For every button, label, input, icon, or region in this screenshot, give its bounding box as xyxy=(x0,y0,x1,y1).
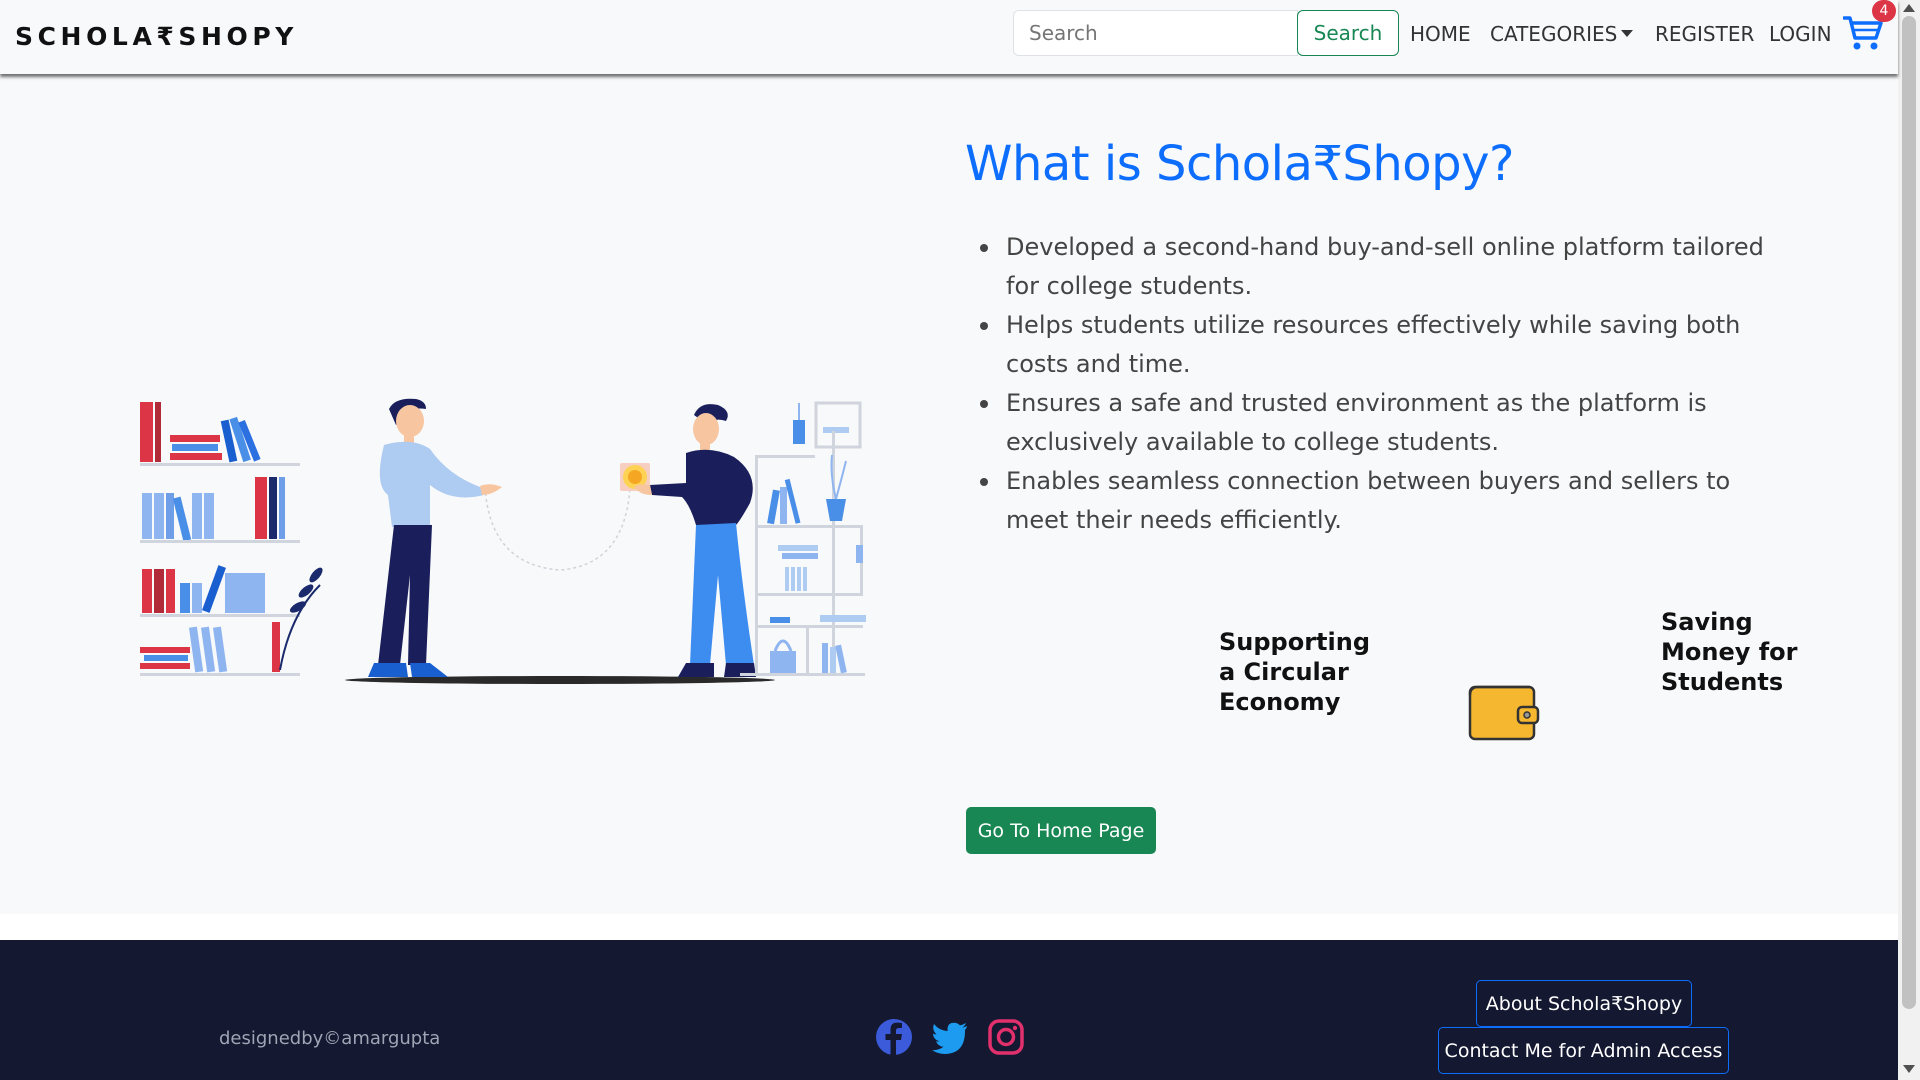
instagram-icon[interactable] xyxy=(987,1018,1025,1056)
feature-circular-economy: Supporting a Circular Economy xyxy=(1219,628,1371,716)
page-title: What is Schola₹Shopy? xyxy=(965,136,1515,192)
search-input[interactable] xyxy=(1013,10,1298,56)
search-button[interactable]: Search xyxy=(1297,10,1399,56)
navbar: SCHOLA₹SHOPY Search HOME CATEGORIES REGI… xyxy=(0,0,1898,74)
wallet-icon xyxy=(1468,685,1540,741)
list-item: Helps students utilize resources effecti… xyxy=(980,306,1775,384)
twitter-icon[interactable] xyxy=(931,1018,969,1056)
bookshelf-right xyxy=(740,401,866,676)
feature-bullet-list: Developed a second-hand buy-and-sell onl… xyxy=(980,228,1775,540)
nav-link-categories-label: CATEGORIES xyxy=(1490,22,1618,46)
scrollbar[interactable] xyxy=(1898,0,1920,1080)
brand-logo[interactable]: SCHOLA₹SHOPY xyxy=(15,22,298,51)
bookshelf-left xyxy=(140,402,323,676)
caret-down-icon xyxy=(1621,30,1634,37)
nav-link-register[interactable]: REGISTER xyxy=(1655,22,1754,46)
contact-admin-button[interactable]: Contact Me for Admin Access xyxy=(1438,1027,1729,1074)
scroll-up-arrow-icon[interactable] xyxy=(1903,4,1915,12)
person-seller xyxy=(634,404,756,677)
about-button[interactable]: About Schola₹Shopy xyxy=(1476,980,1692,1027)
footer-spacer xyxy=(0,914,1898,940)
nav-link-home[interactable]: HOME xyxy=(1410,22,1471,46)
list-item: Enables seamless connection between buye… xyxy=(980,462,1775,540)
facebook-icon[interactable] xyxy=(875,1018,913,1056)
cart-count-badge: 4 xyxy=(1872,0,1896,22)
scroll-down-arrow-icon[interactable] xyxy=(1903,1065,1915,1073)
exchange-illustration xyxy=(140,398,866,684)
feature-saving-money: Saving Money for Students xyxy=(1661,608,1798,696)
scrollbar-thumb[interactable] xyxy=(1902,16,1916,1009)
nav-link-categories[interactable]: CATEGORIES xyxy=(1490,22,1634,46)
ground-shadow xyxy=(345,676,775,684)
list-item: Developed a second-hand buy-and-sell onl… xyxy=(980,228,1775,306)
nav-link-login[interactable]: LOGIN xyxy=(1769,22,1832,46)
person-buyer xyxy=(368,398,502,677)
designer-credit: designedby©amargupta xyxy=(219,1028,441,1049)
go-to-home-button[interactable]: Go To Home Page xyxy=(966,807,1156,854)
exchange-arc xyxy=(484,486,631,571)
list-item: Ensures a safe and trusted environment a… xyxy=(980,384,1775,462)
